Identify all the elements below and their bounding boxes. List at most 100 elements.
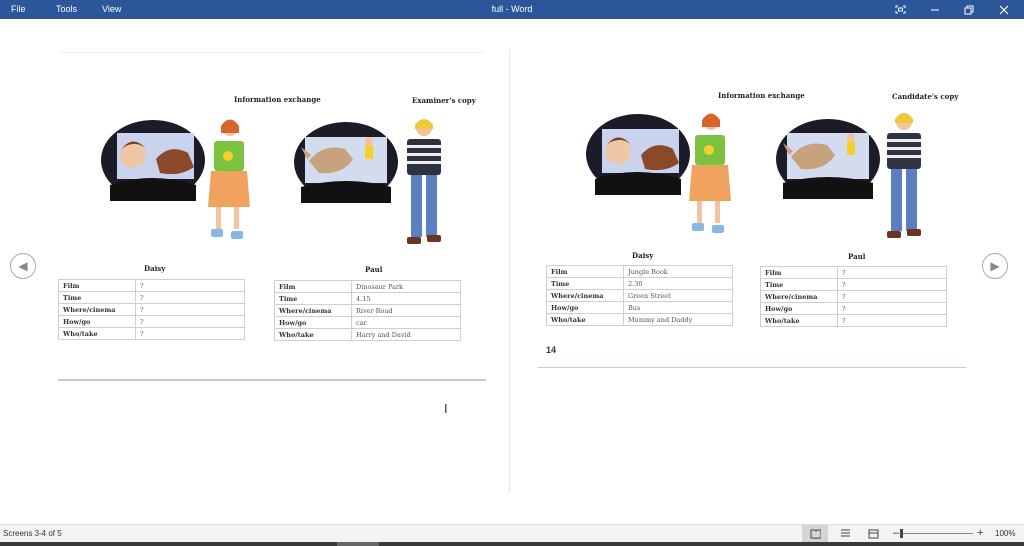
web-layout-button[interactable] bbox=[860, 525, 886, 543]
left-page-top-edge bbox=[60, 52, 484, 53]
table-row: Time? bbox=[58, 291, 245, 304]
table-row: Where/cinema? bbox=[58, 303, 245, 316]
right-paul-table: Film? Time? Where/cinema? How/go? Who/ta… bbox=[760, 266, 947, 327]
page-divider bbox=[509, 50, 510, 492]
field-label: Who/take bbox=[546, 313, 624, 326]
focus-icon[interactable] bbox=[886, 0, 914, 19]
table-row: Where/cinema River Road bbox=[274, 304, 461, 317]
table-row: Film Dinosaur Park bbox=[274, 280, 461, 293]
window-title: full - Word bbox=[491, 4, 533, 14]
field-label: Who/take bbox=[274, 328, 352, 341]
field-value: ? bbox=[135, 279, 245, 292]
right-daisy-table: Film Jungle Book Time 2.30 Where/cinema Gre… bbox=[546, 265, 733, 326]
table-row: Who/take Mummy and Daddy bbox=[546, 313, 733, 326]
field-label: Film bbox=[546, 265, 624, 278]
web-page-icon bbox=[868, 529, 879, 539]
left-copy-label: Examiner's copy bbox=[412, 96, 476, 105]
table-row: Time 2.30 bbox=[546, 277, 733, 290]
table-row: Film Jungle Book bbox=[546, 265, 733, 278]
table-row: Who/take Harry and David bbox=[274, 328, 461, 341]
text-cursor-icon: I bbox=[444, 401, 448, 416]
right-copy-label: Candidate's copy bbox=[892, 92, 959, 101]
next-screen-button[interactable]: ▶ bbox=[982, 253, 1008, 279]
field-value: ? bbox=[135, 303, 245, 316]
title-bar: File Tools View full - Word bbox=[0, 0, 1024, 19]
daisy-cinema-illustration bbox=[101, 119, 250, 239]
field-value: ? bbox=[135, 315, 245, 328]
daisy-cinema-illustration-candidate bbox=[586, 113, 731, 233]
zoom-in-button[interactable]: + bbox=[977, 527, 983, 539]
read-mode-button[interactable] bbox=[802, 525, 828, 543]
left-page-rule bbox=[58, 379, 486, 381]
field-value: Jungle Book bbox=[623, 265, 733, 278]
field-value: car bbox=[351, 316, 461, 329]
page-number: 14 bbox=[546, 345, 557, 355]
left-daisy-name: Daisy bbox=[144, 264, 166, 273]
table-row: Who/take? bbox=[760, 314, 947, 327]
restore-icon[interactable] bbox=[955, 0, 983, 19]
close-icon[interactable] bbox=[990, 0, 1018, 19]
field-label: Time bbox=[58, 291, 136, 304]
field-value: Dinosaur Park bbox=[351, 280, 461, 293]
field-value: ? bbox=[837, 314, 947, 327]
minimize-icon[interactable] bbox=[921, 0, 949, 19]
field-label: Where/cinema bbox=[760, 290, 838, 303]
left-heading: Information exchange bbox=[234, 95, 321, 104]
field-value: ? bbox=[837, 266, 947, 279]
paul-cinema-illustration bbox=[294, 119, 441, 244]
zoom-out-button[interactable]: – bbox=[893, 527, 899, 539]
right-paul-name: Paul bbox=[848, 252, 866, 261]
chevron-left-icon: ◀ bbox=[18, 259, 28, 273]
left-paul-table: Film Dinosaur Park Time 4.15 Where/cinema R… bbox=[274, 280, 461, 341]
field-label: Film bbox=[760, 266, 838, 279]
taskbar-strip bbox=[0, 542, 1024, 546]
book-icon bbox=[810, 529, 821, 539]
table-row: Time? bbox=[760, 278, 947, 291]
print-layout-button[interactable] bbox=[832, 525, 858, 543]
table-row: How/go Bus bbox=[546, 301, 733, 314]
status-bar: Screens 3-4 of 5 – + 100% bbox=[0, 524, 1024, 543]
field-label: Where/cinema bbox=[274, 304, 352, 317]
field-value: ? bbox=[837, 302, 947, 315]
field-value: Bus bbox=[623, 301, 733, 314]
field-label: How/go bbox=[546, 301, 624, 314]
right-page-rule bbox=[538, 367, 966, 368]
table-row: Where/cinema? bbox=[760, 290, 947, 303]
paul-cinema-illustration-candidate bbox=[776, 113, 921, 238]
field-value: ? bbox=[135, 327, 245, 340]
table-row: How/go car bbox=[274, 316, 461, 329]
table-row: Time 4.15 bbox=[274, 292, 461, 305]
field-label: Film bbox=[274, 280, 352, 293]
page-lines-icon bbox=[841, 529, 850, 537]
right-daisy-name: Daisy bbox=[632, 251, 654, 260]
zoom-level[interactable]: 100% bbox=[995, 529, 1015, 538]
field-label: Where/cinema bbox=[546, 289, 624, 302]
table-row: Where/cinema Green Street bbox=[546, 289, 733, 302]
screen-counter: Screens 3-4 of 5 bbox=[3, 529, 62, 538]
scroll-indicator[interactable] bbox=[337, 542, 379, 546]
table-row: How/go? bbox=[760, 302, 947, 315]
field-value: River Road bbox=[351, 304, 461, 317]
field-label: Time bbox=[274, 292, 352, 305]
zoom-slider-track[interactable] bbox=[903, 533, 973, 534]
zoom-slider-thumb[interactable] bbox=[900, 529, 903, 538]
previous-screen-button[interactable]: ◀ bbox=[10, 253, 36, 279]
field-value: Harry and David bbox=[351, 328, 461, 341]
field-label: Who/take bbox=[58, 327, 136, 340]
field-value: Mummy and Daddy bbox=[623, 313, 733, 326]
table-row: Film? bbox=[58, 279, 245, 292]
field-label: Film bbox=[58, 279, 136, 292]
field-value: ? bbox=[837, 290, 947, 303]
field-label: Who/take bbox=[760, 314, 838, 327]
field-value: ? bbox=[837, 278, 947, 291]
field-label: Where/cinema bbox=[58, 303, 136, 316]
field-label: How/go bbox=[760, 302, 838, 315]
table-row: How/go? bbox=[58, 315, 245, 328]
field-label: Time bbox=[546, 277, 624, 290]
right-heading: Information exchange bbox=[718, 91, 805, 100]
chevron-right-icon: ▶ bbox=[990, 259, 1000, 273]
field-label: How/go bbox=[58, 315, 136, 328]
left-paul-name: Paul bbox=[365, 265, 383, 274]
field-label: How/go bbox=[274, 316, 352, 329]
left-daisy-table: Film? Time? Where/cinema? How/go? Who/ta… bbox=[58, 279, 245, 340]
